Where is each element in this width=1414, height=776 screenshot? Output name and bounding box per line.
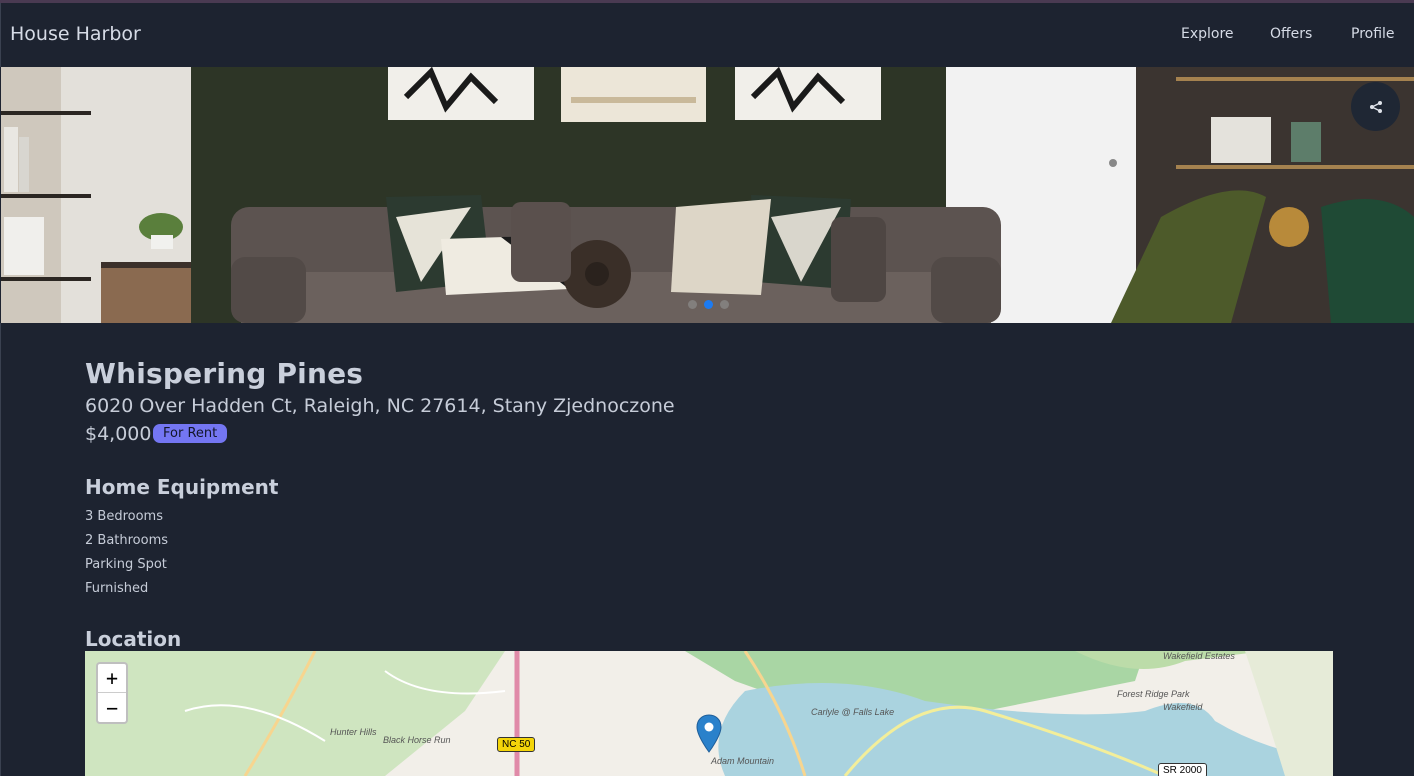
listing-title: Whispering Pines [85,357,364,390]
status-badge: For Rent [153,424,228,443]
map-label: Black Horse Run [383,735,451,745]
location-heading: Location [85,627,182,651]
listing-price: $4,000 [85,423,152,445]
equipment-heading: Home Equipment [85,475,279,499]
equipment-item: Furnished [85,581,149,596]
listing-address: 6020 Over Hadden Ct, Raleigh, NC 27614, … [85,395,675,417]
map-label: Wakefield Estates [1163,651,1235,661]
equipment-item: Parking Spot [85,557,167,572]
road-shield: NC 50 [497,737,536,752]
location-map[interactable]: Hunter Hills Black Horse Run Carlyle @ F… [85,651,1333,776]
map-marker-icon[interactable] [696,714,722,754]
map-label: Adam Mountain [711,756,775,766]
zoom-in-button[interactable]: + [98,664,126,693]
carousel-dot-active[interactable] [704,300,713,309]
map-zoom-control: + − [96,662,128,724]
map-label: Wakefield [1163,702,1203,712]
map-label: Forest Ridge Park [1117,689,1190,699]
nav-explore-link[interactable]: Explore [1181,26,1234,42]
carousel-indicators [688,300,729,309]
map-label: Carlyle @ Falls Lake [811,707,895,717]
share-icon [1369,100,1382,113]
nav-offers-link[interactable]: Offers [1270,26,1312,42]
zoom-out-button[interactable]: − [98,693,126,722]
living-room-photo [1,67,1414,323]
road-shield: SR 2000 [1158,763,1207,776]
navbar: House Harbor Explore Offers Profile [0,3,1414,67]
carousel-dot[interactable] [720,300,729,309]
hero-image-carousel[interactable] [1,67,1414,323]
nav-profile-link[interactable]: Profile [1351,26,1395,42]
share-button[interactable] [1351,82,1400,131]
equipment-item: 2 Bathrooms [85,533,169,548]
carousel-dot[interactable] [688,300,697,309]
map-label: Hunter Hills [330,727,377,737]
equipment-item: 3 Bedrooms [85,509,163,524]
content-left-border [0,323,1,776]
brand-logo[interactable]: House Harbor [10,23,141,45]
